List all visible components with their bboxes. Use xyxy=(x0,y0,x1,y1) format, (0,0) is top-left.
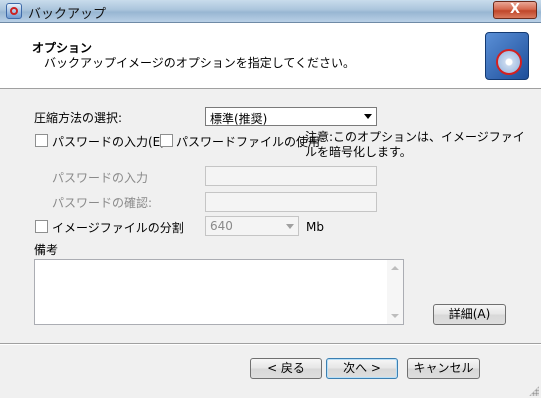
password-input[interactable] xyxy=(205,166,377,186)
password-checkbox[interactable] xyxy=(35,134,48,147)
page-subtitle: バックアップイメージのオプションを指定してください。 xyxy=(44,56,356,70)
chevron-down-icon xyxy=(364,114,372,119)
compression-label: 圧縮方法の選択: xyxy=(34,111,123,125)
split-checkbox-label[interactable]: イメージファイルの分割 xyxy=(52,219,184,236)
scroll-up-icon[interactable] xyxy=(391,266,399,270)
title-bar: バックアップ X xyxy=(0,0,541,23)
password-input-label: パスワードの入力 xyxy=(52,171,149,185)
password-checkbox-label[interactable]: パスワードの入力(E) xyxy=(52,133,165,150)
split-checkbox[interactable] xyxy=(35,220,48,233)
details-button[interactable]: 詳細(A) xyxy=(433,304,506,325)
cancel-button[interactable]: キャンセル xyxy=(407,358,480,379)
memo-textarea[interactable] xyxy=(34,259,404,325)
password-confirm-input[interactable] xyxy=(205,192,377,212)
compression-value: 標準(推奨) xyxy=(210,112,268,126)
backup-disc-icon xyxy=(485,32,529,80)
resize-grip-icon[interactable] xyxy=(529,386,539,396)
password-file-checkbox-label[interactable]: パスワードファイルの使用 xyxy=(176,133,320,150)
password-confirm-label: パスワードの確認: xyxy=(52,196,153,210)
split-unit: Mb xyxy=(306,220,324,234)
split-size-value: 640 xyxy=(210,219,233,233)
scroll-down-icon[interactable] xyxy=(391,314,399,318)
next-button[interactable]: 次へ > xyxy=(326,358,398,379)
divider xyxy=(0,343,541,345)
back-button[interactable]: < 戻る xyxy=(250,358,322,379)
memo-label: 備考 xyxy=(34,243,59,257)
compression-select[interactable]: 標準(推奨) xyxy=(205,107,377,126)
chevron-down-icon xyxy=(286,224,294,229)
window-title: バックアップ xyxy=(28,7,107,22)
password-file-checkbox[interactable] xyxy=(160,134,173,147)
split-size-combo[interactable]: 640 xyxy=(205,216,299,236)
app-icon xyxy=(6,3,22,19)
close-button[interactable]: X xyxy=(493,1,537,19)
wizard-header: オプション バックアップイメージのオプションを指定してください。 xyxy=(0,23,541,89)
encryption-note-line2: ルを暗号化します。 xyxy=(305,145,412,159)
memo-scrollbar[interactable] xyxy=(387,260,403,324)
